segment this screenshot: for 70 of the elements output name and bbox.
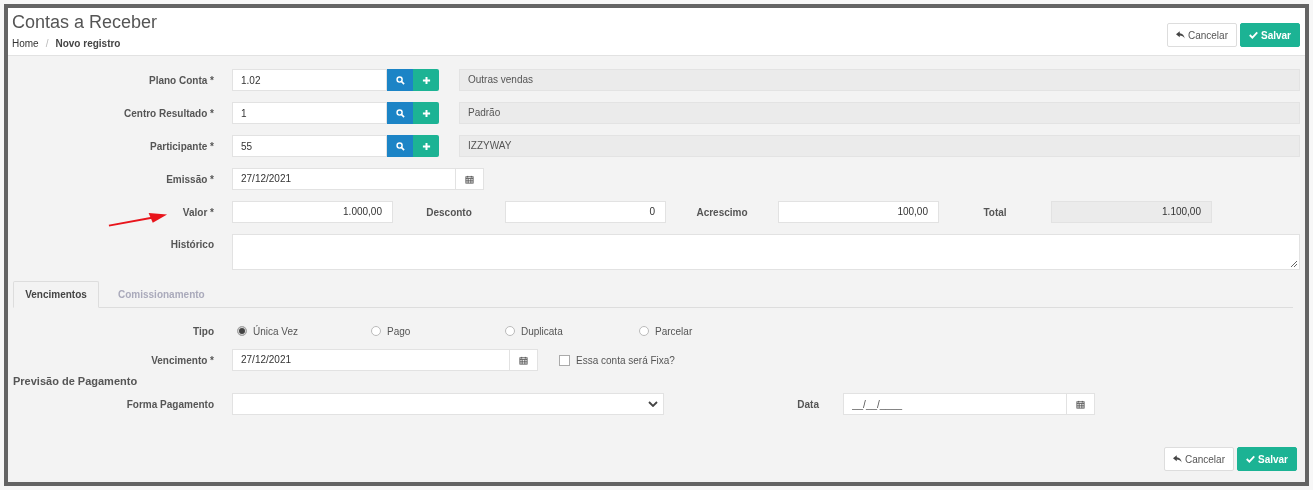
reply-icon [1172,455,1182,463]
radio-label: Única Vez [253,325,299,337]
search-button[interactable] [387,102,413,124]
checkbox[interactable] [559,354,570,366]
radio-button[interactable] [639,326,649,336]
radio-label: Pago [387,325,411,337]
radio-option[interactable]: Parcelar [634,325,768,337]
amount-field: 1.100,00 [1051,201,1212,223]
description-field: IZZYWAY [459,135,1300,157]
cancel-button[interactable]: Cancelar [1163,447,1234,471]
check-icon [1245,455,1255,463]
calendar-icon [465,174,474,184]
page-title: Contas a Receber [12,11,158,33]
section-title: Previsão de Pagamento [12,375,139,387]
date-field[interactable]: 27/12/2021 [232,168,484,190]
radio-label: Duplicata [521,325,563,337]
chevron-down-icon [648,401,658,407]
add-button[interactable] [413,135,439,157]
radio-option[interactable]: Pago [366,325,500,337]
breadcrumb-item: Novo registro [55,38,121,49]
check-icon [1248,31,1258,39]
breadcrumb-item[interactable]: Home [12,38,39,49]
input-field[interactable]: 1 [232,102,387,124]
amount-field[interactable]: 100,00 [778,201,939,223]
radio-button[interactable] [371,326,381,336]
radio-button[interactable] [505,326,515,336]
field-label: Vencimento * [150,354,215,366]
date-field[interactable]: 27/12/2021 [232,349,538,371]
tab[interactable]: Vencimentos [13,281,99,308]
field-label: Desconto [425,206,473,218]
radio-label: Parcelar [655,325,693,337]
field-label: Tipo [192,325,215,337]
reply-icon [1175,31,1185,39]
field-label: Plano Conta * [148,74,215,86]
field-label: Acrescimo [695,206,749,218]
field-label: Participante * [149,140,215,152]
search-icon [395,108,405,118]
plus-icon [421,75,431,85]
field-label: Valor * [181,206,215,218]
search-button[interactable] [387,135,413,157]
amount-field[interactable]: 0 [505,201,666,223]
description-field: Padrão [459,102,1300,124]
search-button[interactable] [387,69,413,91]
field-label: Histórico [169,238,215,250]
input-field[interactable]: 55 [232,135,387,157]
calendar-icon [519,355,528,365]
radio-option[interactable]: Duplicata [500,325,634,337]
field-label: Centro Resultado * [123,107,215,119]
description-field: Outras vendas [459,69,1300,91]
plus-icon [421,108,431,118]
checkbox-label: Essa conta será Fixa? [576,354,675,366]
input-field[interactable]: 1.02 [232,69,387,91]
field-label: Forma Pagamento [125,398,215,410]
search-icon [395,141,405,151]
add-button[interactable] [413,69,439,91]
calendar-icon [1076,399,1085,409]
plus-icon [421,141,431,151]
breadcrumb-separator: / [45,38,49,49]
select-field[interactable] [232,393,664,415]
field-label: Data [796,398,820,410]
add-button[interactable] [413,102,439,124]
resize-handle-icon[interactable] [1290,260,1298,268]
radio-button[interactable] [237,326,247,336]
date-field[interactable]: __/__/____ [843,393,1095,415]
search-icon [395,75,405,85]
field-label: Total [982,206,1008,218]
amount-field[interactable]: 1.000,00 [232,201,393,223]
cancel-button[interactable]: Cancelar [1166,23,1237,47]
radio-option[interactable]: Única Vez [232,325,366,337]
field-label: Emissão * [165,173,215,185]
